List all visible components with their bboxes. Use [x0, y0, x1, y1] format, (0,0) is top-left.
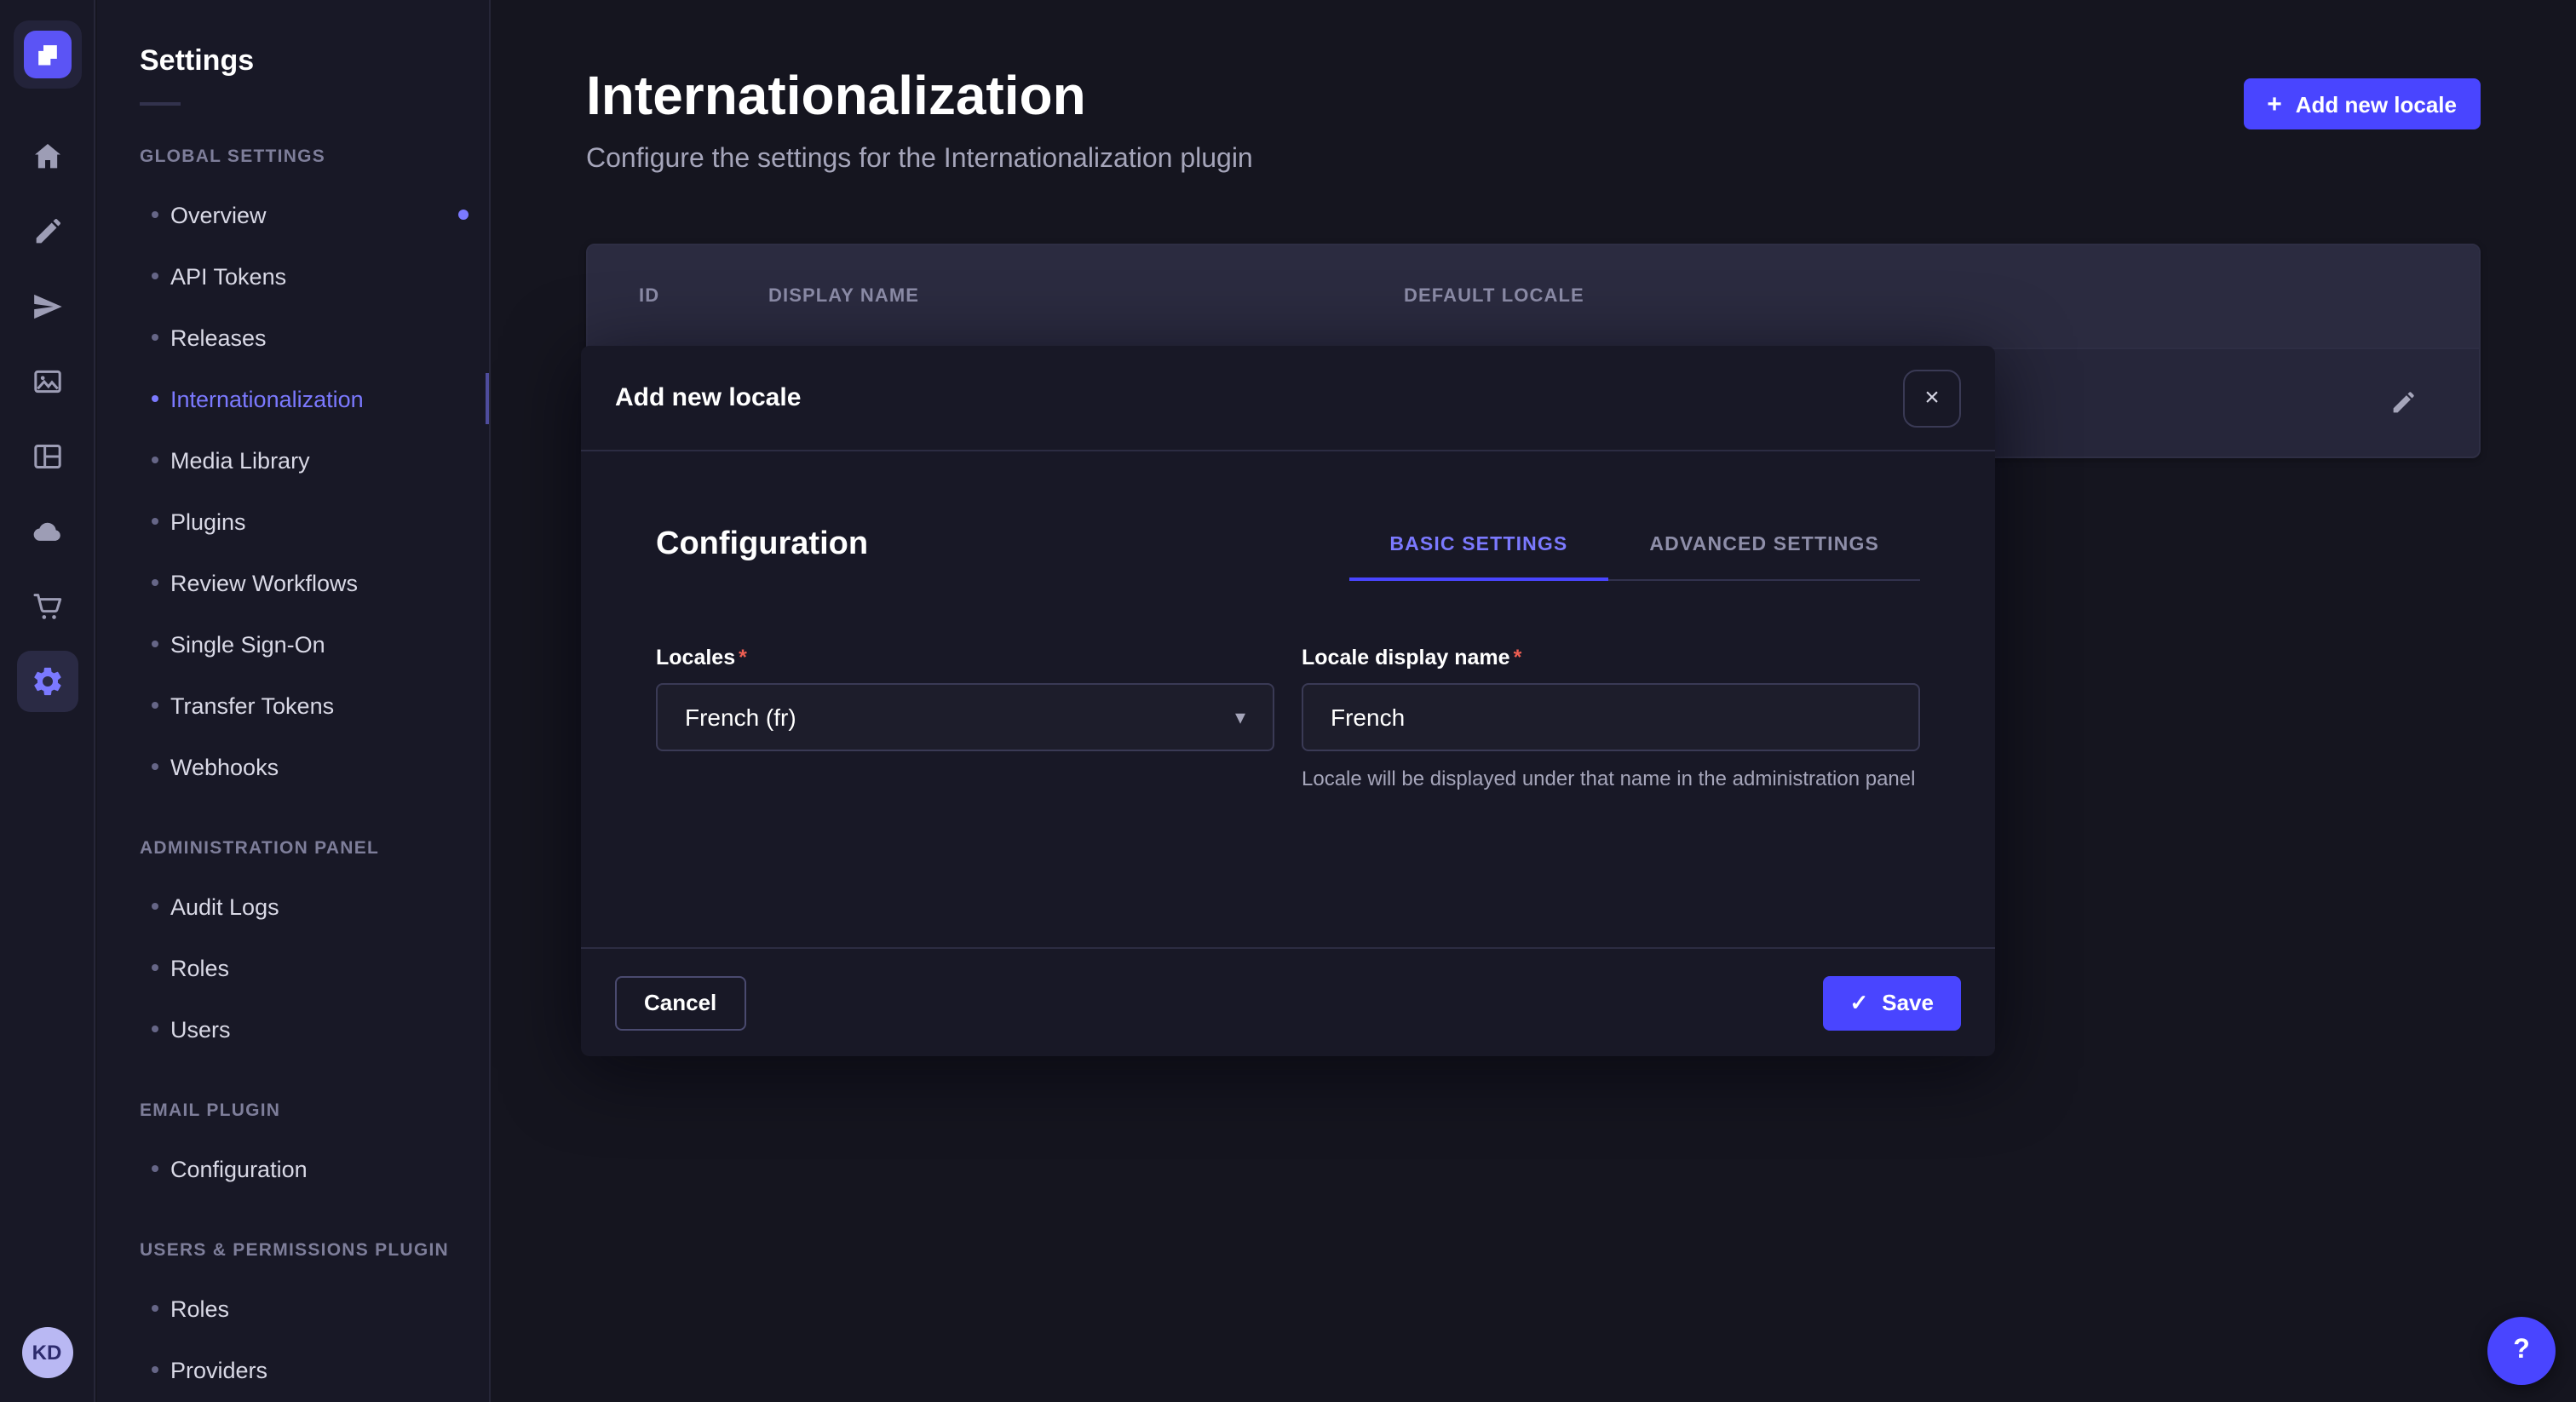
strapi-mark-icon [30, 37, 64, 72]
edit-locale-button[interactable] [2377, 377, 2428, 428]
home-icon [30, 140, 64, 174]
column-header-display-name: DISPLAY NAME [768, 286, 1404, 307]
content-manager-icon [30, 215, 64, 249]
required-asterisk: * [1514, 646, 1522, 669]
plus-icon: + [2267, 91, 2282, 117]
media-library-nav-button[interactable] [16, 351, 78, 412]
locales-select[interactable]: French (fr) ▾ [656, 683, 1274, 751]
section-label: EMAIL PLUGIN [140, 1100, 489, 1121]
sidebar-item-review-workflows[interactable]: Review Workflows [97, 552, 489, 613]
sidebar-item-email-configuration[interactable]: Configuration [97, 1138, 489, 1199]
page-header: Internationalization Configure the setti… [586, 65, 2481, 175]
content-type-builder-nav-button[interactable] [16, 426, 78, 487]
add-new-locale-button[interactable]: + Add new locale [2243, 78, 2481, 129]
modal-body: Configuration BASIC SETTINGS ADVANCED SE… [581, 451, 1995, 947]
tab-advanced-settings[interactable]: ADVANCED SETTINGS [1608, 535, 1920, 579]
display-name-label: Locale display name * [1302, 646, 1920, 669]
strapi-logo-button[interactable] [13, 20, 81, 89]
cancel-button[interactable]: Cancel [615, 975, 745, 1030]
settings-sidebar: Settings GLOBAL SETTINGS Overview API To… [97, 0, 491, 1402]
settings-nav-button[interactable] [16, 651, 78, 712]
sidebar-item-admin-roles[interactable]: Roles [97, 937, 489, 998]
check-icon: ✓ [1849, 991, 1868, 1014]
modal-header: Add new locale × [581, 346, 1995, 451]
pencil-icon [2388, 388, 2417, 417]
sidebar-item-api-tokens[interactable]: API Tokens [97, 245, 489, 307]
releases-nav-button[interactable] [16, 276, 78, 337]
sidebar-item-webhooks[interactable]: Webhooks [97, 736, 489, 797]
paper-plane-icon [30, 290, 64, 324]
sidebar-item-users[interactable]: Users [97, 998, 489, 1060]
app-root: KD Settings GLOBAL SETTINGS Overview API… [0, 0, 2576, 1402]
content-manager-nav-button[interactable] [16, 201, 78, 262]
notification-dot [458, 210, 469, 220]
cloud-icon [30, 514, 64, 549]
section-users-permissions-plugin: USERS & PERMISSIONS PLUGIN Roles Provide… [140, 1240, 489, 1400]
modal-title: Add new locale [615, 383, 801, 412]
save-button[interactable]: ✓ Save [1822, 975, 1961, 1030]
column-header-default-locale: DEFAULT LOCALE [1404, 286, 2428, 307]
help-button[interactable]: ? [2487, 1317, 2556, 1385]
section-email-plugin: EMAIL PLUGIN Configuration [140, 1100, 489, 1199]
locales-select-value: French (fr) [685, 704, 796, 731]
close-modal-button[interactable]: × [1903, 369, 1961, 427]
strapi-logo-icon [23, 31, 71, 78]
sidebar-item-transfer-tokens[interactable]: Transfer Tokens [97, 675, 489, 736]
sidebar-item-media-library[interactable]: Media Library [97, 429, 489, 491]
sidebar-item-audit-logs[interactable]: Audit Logs [97, 876, 489, 937]
gear-icon [30, 664, 64, 698]
cloud-nav-button[interactable] [16, 501, 78, 562]
sidebar-item-single-sign-on[interactable]: Single Sign-On [97, 613, 489, 675]
close-icon: × [1924, 385, 1940, 411]
sidebar-item-releases[interactable]: Releases [97, 307, 489, 368]
main-nav-rail: KD [0, 0, 95, 1402]
section-label: USERS & PERMISSIONS PLUGIN [140, 1240, 489, 1261]
cart-icon [30, 589, 64, 623]
sidebar-item-internationalization[interactable]: Internationalization [97, 368, 489, 429]
configuration-heading: Configuration [656, 526, 868, 581]
locales-label: Locales * [656, 646, 1274, 669]
sidebar-item-up-roles[interactable]: Roles [97, 1278, 489, 1339]
sidebar-divider [140, 102, 181, 106]
sidebar-item-up-providers[interactable]: Providers [97, 1339, 489, 1400]
column-header-id: ID [639, 286, 768, 307]
tab-basic-settings[interactable]: BASIC SETTINGS [1348, 535, 1608, 579]
modal-footer: Cancel ✓ Save [581, 947, 1995, 1056]
sidebar-item-plugins[interactable]: Plugins [97, 491, 489, 552]
modal-tabs: BASIC SETTINGS ADVANCED SETTINGS [1348, 535, 1920, 581]
add-locale-modal: Add new locale × Configuration BASIC SET… [581, 346, 1995, 1056]
page-title: Internationalization [586, 65, 1253, 128]
home-nav-button[interactable] [16, 126, 78, 187]
display-name-hint: Locale will be displayed under that name… [1302, 765, 1920, 795]
section-administration-panel: ADMINISTRATION PANEL Audit Logs Roles Us… [140, 838, 489, 1060]
table-header: ID DISPLAY NAME DEFAULT LOCALE [588, 245, 2479, 348]
sidebar-item-overview[interactable]: Overview [97, 184, 489, 245]
marketplace-nav-button[interactable] [16, 576, 78, 637]
chevron-down-icon: ▾ [1235, 707, 1245, 727]
section-label: ADMINISTRATION PANEL [140, 838, 489, 859]
media-library-icon [30, 365, 64, 399]
display-name-field: Locale display name * Locale will be dis… [1302, 646, 1920, 795]
page-subtitle: Configure the settings for the Internati… [586, 145, 1253, 175]
section-label: GLOBAL SETTINGS [140, 147, 489, 167]
layout-icon [30, 440, 64, 474]
user-avatar[interactable]: KD [21, 1327, 72, 1378]
display-name-input[interactable] [1302, 683, 1920, 751]
locales-field: Locales * French (fr) ▾ [656, 646, 1274, 795]
section-global-settings: GLOBAL SETTINGS Overview API Tokens Rele… [140, 147, 489, 797]
required-asterisk: * [739, 646, 747, 669]
question-mark-icon: ? [2513, 1336, 2530, 1365]
settings-sidebar-title: Settings [140, 44, 489, 78]
